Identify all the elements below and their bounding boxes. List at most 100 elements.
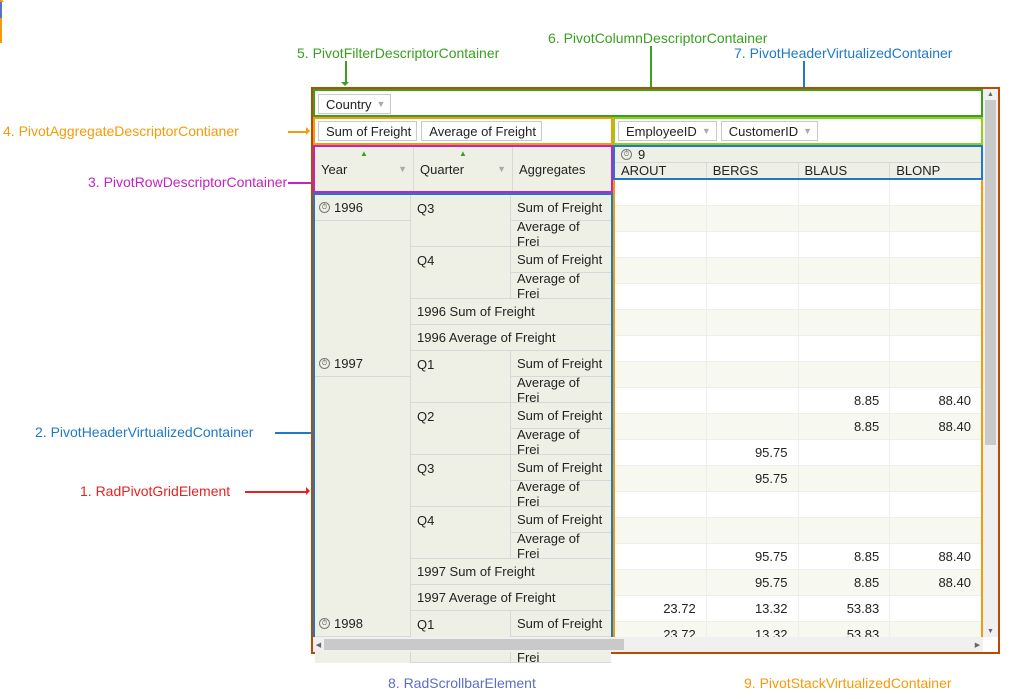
aggregate-cell: Average of Frei [511,377,611,403]
arrow-8 [0,0,2,18]
col-header[interactable]: BLAUS [799,163,891,178]
year-cell[interactable] [315,377,411,403]
year-cell[interactable] [315,273,411,299]
data-cell [615,440,707,466]
data-row: 95.758.8588.40 [615,570,981,596]
scroll-down-button[interactable]: ▼ [983,626,998,637]
year-cell[interactable] [315,403,411,429]
label-5: 5. PivotFilterDescriptorContainer [297,45,499,61]
row-header-quarter[interactable]: ▲ Quarter ▼ [414,147,513,191]
scroll-thumb[interactable] [324,639,624,650]
chip-employeeid[interactable]: EmployeeID ▼ [618,121,717,141]
quarter-cell[interactable] [411,377,511,403]
col-header[interactable]: BLONP [890,163,981,178]
year-cell[interactable]: ⏱ 1998 [315,611,411,637]
quarter-cell[interactable] [411,533,511,559]
col-header[interactable]: AROUT [615,163,707,178]
data-row [615,362,981,388]
quarter-cell[interactable]: Q4 [411,247,511,273]
chip-country[interactable]: Country ▼ [318,94,391,114]
data-cell [707,414,799,440]
data-cell [890,492,981,518]
year-cell[interactable] [315,533,411,559]
data-cell [890,206,981,232]
expander-icon[interactable]: ⏱ [621,149,632,160]
quarter-cell[interactable]: Q2 [411,403,511,429]
scroll-right-button[interactable]: ▶ [972,637,983,652]
row-header-aggregates[interactable]: Aggregates [513,147,611,191]
data-cell [707,388,799,414]
chip-label: CustomerID [729,124,798,139]
data-cell [707,206,799,232]
aggregate-cell: Sum of Freight [511,247,611,273]
data-row: 23.7213.3253.83 [615,596,981,622]
year-cell[interactable] [315,247,411,273]
column-group-label: 9 [638,147,645,162]
data-cell [799,466,891,492]
col-header[interactable]: BERGS [707,163,799,178]
quarter-cell[interactable]: Q1 [411,351,511,377]
quarter-cell[interactable] [411,273,511,299]
data-cell: 23.72 [615,596,707,622]
data-cell [799,336,891,362]
scroll-thumb[interactable] [985,100,996,445]
scroll-left-button[interactable]: ◀ [313,637,324,652]
year-cell[interactable]: ⏱1996 [315,195,411,221]
year-cell [315,559,411,585]
data-cell: 88.40 [890,544,981,570]
chip-customerid[interactable]: CustomerID ▼ [721,121,818,141]
expander-icon[interactable]: ⏱ [319,618,330,629]
year-label: 1998 [334,616,363,631]
filter-icon[interactable]: ▼ [377,99,386,109]
aggregate-cell: Sum of Freight [511,507,611,533]
data-cell [707,492,799,518]
data-cell [615,388,707,414]
aggregate-cell: Sum of Freight [511,195,611,221]
year-cell [315,325,411,351]
label-9: 9. PivotStackVirtualizedContainer [744,675,952,691]
data-cell [707,258,799,284]
quarter-cell[interactable]: Q3 [411,455,511,481]
data-cell [615,258,707,284]
row-header-label: Year [321,162,347,177]
data-row [615,284,981,310]
year-cell[interactable]: ⏱1997 [315,351,411,377]
data-cell [615,466,707,492]
filter-icon[interactable]: ▼ [702,126,711,136]
quarter-cell[interactable]: Q3 [411,195,511,221]
row-header-year[interactable]: ▲ Year ▼ [315,147,414,191]
quarter-cell[interactable] [411,221,511,247]
data-cell: 88.40 [890,388,981,414]
quarter-cell[interactable] [411,429,511,455]
year-cell [315,299,411,325]
sort-asc-icon: ▲ [459,149,467,158]
data-row: 95.75 [615,440,981,466]
data-row [615,258,981,284]
row-header-label: Quarter [420,162,464,177]
data-cell: 8.85 [799,388,891,414]
year-cell[interactable] [315,221,411,247]
filter-icon[interactable]: ▼ [803,126,812,136]
year-cell[interactable] [315,507,411,533]
vertical-scrollbar[interactable]: ▲ ▼ [983,89,998,637]
year-cell[interactable] [315,429,411,455]
year-cell[interactable] [315,481,411,507]
scroll-up-button[interactable]: ▲ [983,89,998,100]
quarter-cell[interactable]: Q1 [411,611,511,637]
quarter-cell[interactable] [411,481,511,507]
total-row-label: 1996 Sum of Freight [411,299,611,325]
expander-icon[interactable]: ⏱ [319,202,330,213]
pivot-row-descriptor-container: ▲ Year ▼ ▲ Quarter ▼ Aggregates [313,145,613,193]
chip-avg-freight[interactable]: Average of Freight [421,121,542,141]
filter-icon[interactable]: ▼ [398,164,407,174]
filter-icon[interactable]: ▼ [497,164,506,174]
chip-sum-freight[interactable]: Sum of Freight [318,121,417,141]
label-2: 2. PivotHeaderVirtualizedContainer [35,424,253,440]
data-cell [799,440,891,466]
data-cell [615,570,707,596]
data-cell [890,232,981,258]
quarter-cell[interactable]: Q4 [411,507,511,533]
expander-icon[interactable]: ⏱ [319,358,330,369]
rad-scrollbar-element[interactable]: ◀ ▶ [313,637,983,652]
year-cell[interactable] [315,455,411,481]
